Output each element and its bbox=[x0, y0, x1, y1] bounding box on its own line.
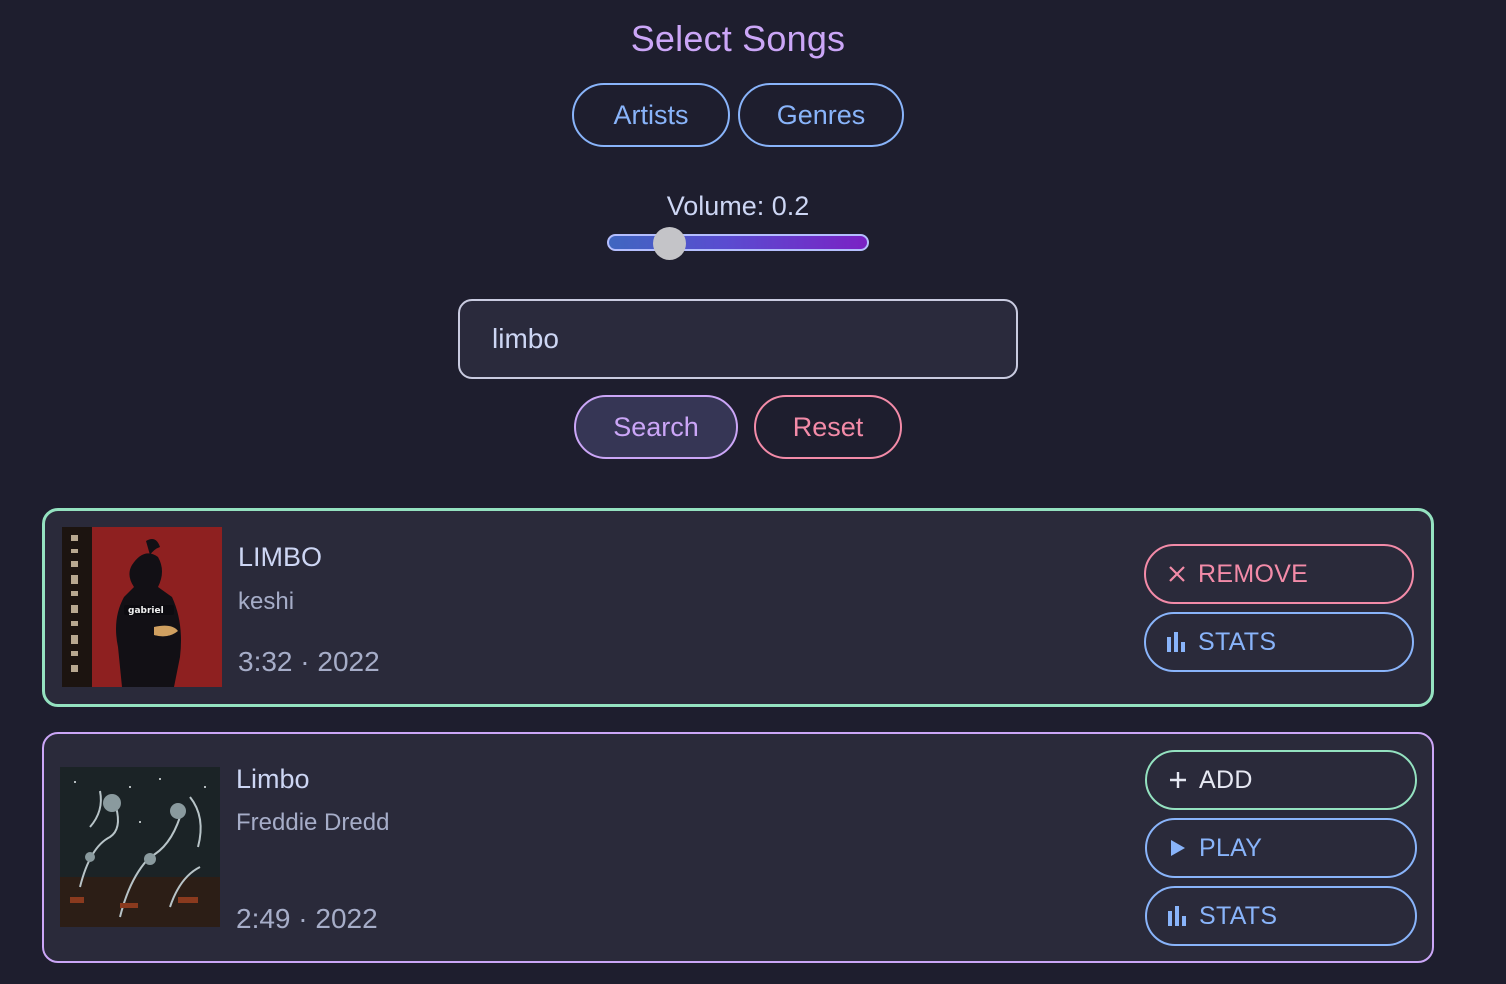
plus-icon bbox=[1165, 767, 1191, 793]
page-title: Select Songs bbox=[630, 18, 846, 59]
album-art bbox=[60, 767, 220, 927]
stats-label: STATS bbox=[1198, 627, 1277, 656]
stats-button[interactable]: STATS bbox=[1144, 612, 1414, 672]
stats-label: STATS bbox=[1199, 901, 1278, 930]
artists-filter-button[interactable]: Artists bbox=[572, 83, 730, 147]
song-artist: Freddie Dredd bbox=[236, 809, 390, 836]
play-button[interactable]: PLAY bbox=[1145, 818, 1417, 878]
play-icon bbox=[1165, 835, 1191, 861]
song-card: Limbo Freddie Dredd 2:49 · 2022 ADD PLAY… bbox=[42, 732, 1434, 963]
reset-button[interactable]: Reset bbox=[754, 395, 902, 459]
song-duration-year: 2:49 · 2022 bbox=[236, 903, 378, 934]
volume-label: Volume: 0.2 bbox=[666, 191, 810, 221]
add-button[interactable]: ADD bbox=[1145, 750, 1417, 810]
song-duration-year: 3:32 · 2022 bbox=[238, 646, 380, 677]
stats-button[interactable]: STATS bbox=[1145, 886, 1417, 946]
add-label: ADD bbox=[1199, 765, 1253, 794]
song-selector-page: Select Songs Artists Genres Volume: 0.2 … bbox=[0, 0, 1506, 984]
song-artist: keshi bbox=[238, 588, 295, 615]
genres-filter-button[interactable]: Genres bbox=[738, 83, 904, 147]
remove-label: REMOVE bbox=[1198, 559, 1309, 588]
song-title: LIMBO bbox=[238, 542, 323, 572]
volume-slider-track[interactable] bbox=[607, 234, 869, 251]
remove-button[interactable]: REMOVE bbox=[1144, 544, 1414, 604]
search-input[interactable] bbox=[458, 299, 1018, 379]
search-button[interactable]: Search bbox=[574, 395, 738, 459]
album-art: gabriel bbox=[62, 527, 222, 687]
bar-chart-icon bbox=[1165, 903, 1191, 929]
svg-text:gabriel: gabriel bbox=[128, 606, 164, 616]
play-label: PLAY bbox=[1199, 833, 1263, 862]
song-card-selected: gabriel LIMBO keshi 3:32 · 2022 REMOVE S… bbox=[42, 508, 1434, 707]
song-title: Limbo bbox=[236, 764, 310, 794]
close-icon bbox=[1164, 561, 1190, 587]
volume-slider-thumb[interactable] bbox=[653, 227, 686, 260]
bar-chart-icon bbox=[1164, 629, 1190, 655]
